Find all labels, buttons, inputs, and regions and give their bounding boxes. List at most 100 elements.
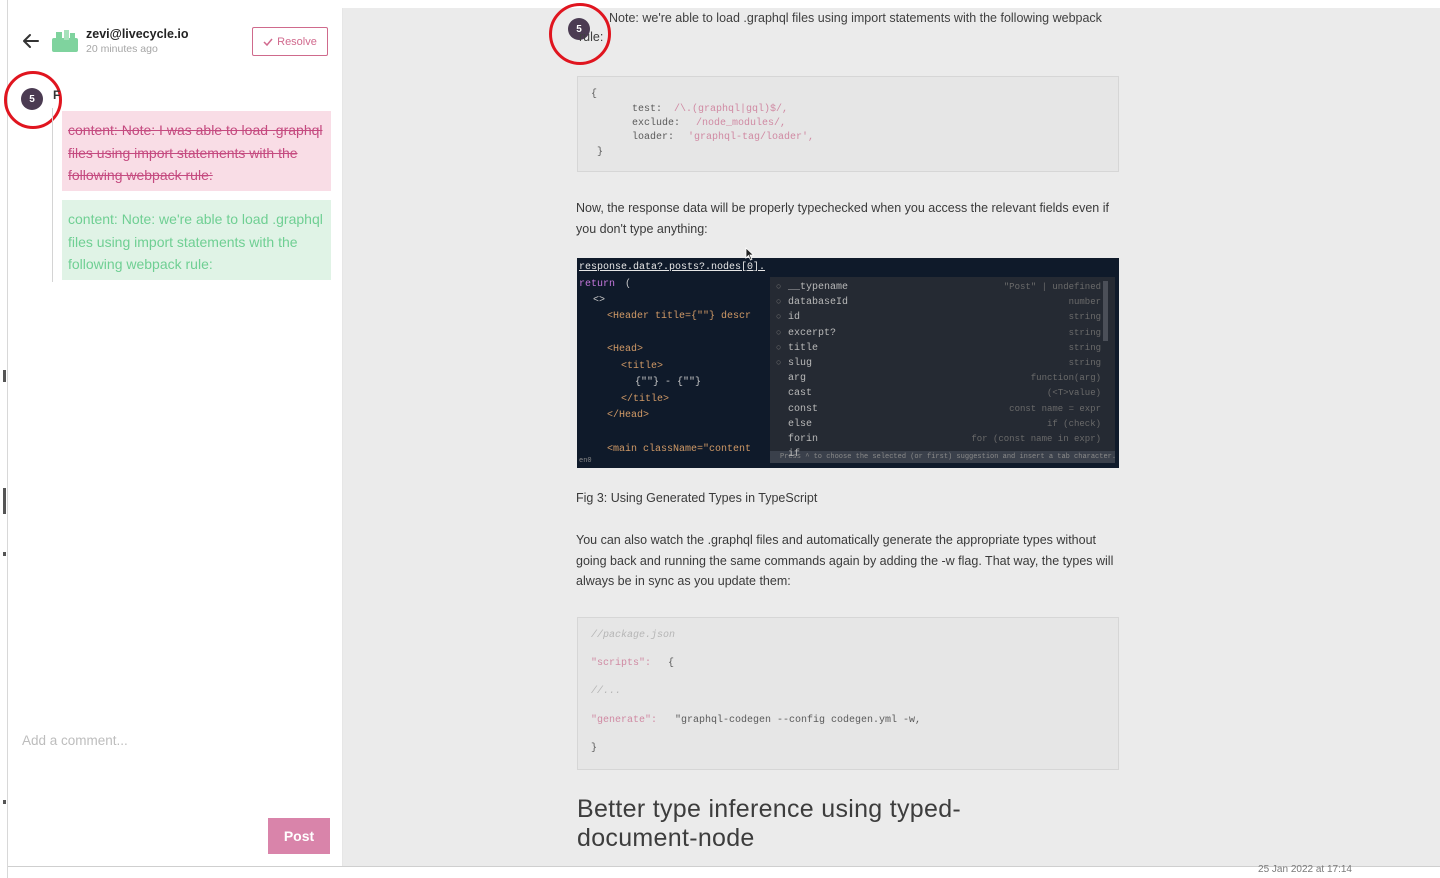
comment-input[interactable] (22, 728, 322, 752)
autocomplete-item[interactable]: ○ slug string (770, 357, 1115, 372)
autocomplete-item-name: forin (788, 434, 819, 445)
property-icon: ○ (776, 327, 782, 338)
autocomplete-item[interactable]: ○ databaseId number (770, 296, 1115, 311)
code-generate-value: "graphql-codegen --config codegen.yml -w… (675, 715, 922, 726)
diff-added-text: content: Note: we're able to load .graph… (62, 200, 331, 280)
resolve-button[interactable]: Resolve (252, 27, 328, 56)
fig-header-line: <Header title={""} descr (607, 311, 752, 322)
figure-caption: Fig 3: Using Generated Types in TypeScri… (576, 491, 818, 505)
code-close: } (597, 147, 604, 158)
autocomplete-item-type: for (const name in expr) (971, 434, 1101, 444)
fig-title-expr: {""} - {""} (635, 377, 702, 388)
code-scripts-key: "scripts": (591, 658, 652, 669)
package-json-code-block: //package.json "scripts": { //... "gener… (577, 617, 1119, 770)
bottom-edge (8, 866, 1440, 878)
code-ellipsis: //... (591, 686, 622, 697)
autocomplete-item-name: if (788, 449, 801, 461)
fig-status-left: en0 (579, 457, 592, 465)
left-frame-edge (0, 0, 8, 878)
footer-timestamp: 25 Jan 2022 at 17:14 (1258, 864, 1352, 875)
code-test-value: /\.(graphql|gql)$/, (674, 104, 789, 115)
article-content: 5 Note: we're able to load .graphql file… (343, 3, 1440, 866)
comment-author-initial: F (53, 88, 61, 102)
code-comment: //package.json (591, 630, 676, 641)
autocomplete-item-type: number (1068, 297, 1101, 308)
autocomplete-item-type: if (check) (1046, 418, 1101, 429)
autocomplete-item-name: title (788, 342, 819, 354)
autocomplete-item-name: slug (788, 358, 813, 369)
autocomplete-item-type: "Post" | undefined (1003, 282, 1101, 292)
fig-main-line: <main className="content (607, 444, 752, 455)
property-icon: ○ (776, 312, 782, 323)
property-icon: ○ (776, 342, 782, 353)
user-avatar (52, 30, 78, 52)
fig-title-open: <title> (621, 361, 664, 372)
autocomplete-item[interactable]: ○ excerpt? string (770, 327, 1115, 342)
resolve-label: Resolve (277, 35, 317, 48)
back-arrow-icon[interactable] (20, 30, 42, 52)
edge-tick (3, 800, 6, 804)
autocomplete-item[interactable]: forin for (const name in expr) (770, 433, 1115, 448)
autocomplete-item-name: cast (788, 388, 813, 400)
edge-tick (3, 370, 6, 382)
editor-screenshot: response.data?.posts?.nodes[0]. return (… (577, 258, 1119, 468)
thread-line (52, 108, 53, 282)
comment-panel: zevi@livecycle.io 20 minutes ago Resolve… (4, 8, 343, 866)
autocomplete-item[interactable]: arg function(arg) (770, 372, 1115, 387)
autocomplete-item-name: else (788, 418, 813, 430)
mouse-cursor-icon (745, 247, 755, 261)
fig-title-close: </title> (621, 394, 670, 405)
autocomplete-item[interactable]: ○ id string (770, 311, 1115, 326)
edge-tick (3, 488, 6, 514)
code-loader-key: loader: (632, 132, 675, 143)
autocomplete-item-name: databaseId (788, 297, 849, 309)
section-heading: Better type inference using typed-docume… (577, 795, 962, 852)
autocomplete-item-type: (<T>value) (1046, 388, 1101, 399)
code-generate-key: "generate": (591, 715, 658, 726)
code-exclude-value: /node_modules/, (696, 118, 787, 129)
property-icon: ○ (776, 282, 782, 292)
code-loader-value: 'graphql-tag/loader', (688, 132, 815, 143)
autocomplete-item-type: string (1068, 358, 1101, 368)
autocomplete-item-type: string (1068, 342, 1101, 353)
autocomplete-item[interactable]: else if (check) (770, 418, 1115, 433)
autocomplete-item-type: string (1068, 312, 1101, 323)
property-icon: ○ (776, 297, 782, 308)
post-button[interactable]: Post (268, 818, 330, 854)
code-test-key: test: (632, 104, 663, 115)
autocomplete-item-name: arg (788, 373, 807, 385)
autocomplete-item-name: __typename (788, 282, 849, 293)
intro-continuation: rule: (579, 30, 604, 44)
fig-head-close: </Head> (607, 410, 650, 421)
webpack-code-block: { test: /\.(graphql|gql)$/, exclude: /no… (577, 76, 1119, 172)
property-icon: ○ (776, 358, 782, 368)
user-email: zevi@livecycle.io (86, 27, 189, 41)
fig-fragment: <> (593, 295, 606, 306)
autocomplete-item[interactable]: ○ __typename "Post" | undefined (770, 281, 1115, 296)
edge-tick (3, 552, 6, 556)
check-icon (263, 38, 273, 46)
paragraph-typechecked: Now, the response data will be properly … (576, 201, 1109, 236)
code-exclude-key: exclude: (632, 118, 681, 129)
autocomplete-item-name: id (788, 312, 801, 324)
autocomplete-item[interactable]: ○ title string (770, 342, 1115, 357)
comment-marker[interactable]: 5 (21, 88, 43, 110)
top-edge (8, 0, 1440, 8)
autocomplete-item-type: const name = expr (1009, 403, 1101, 414)
paragraph-watch-mode: You can also watch the .graphql files an… (576, 533, 1114, 588)
autocomplete-item-type: string (1068, 327, 1101, 338)
fig-code-line: response.data?.posts?.nodes[0]. (579, 262, 766, 273)
intro-line: Note: we're able to load .graphql files … (609, 11, 1102, 25)
autocomplete-item[interactable]: if (770, 448, 1115, 463)
fig-return-paren: ( (625, 279, 632, 290)
diff-removed-text: content: Note: I was able to load .graph… (62, 111, 331, 191)
comment-timestamp: 20 minutes ago (86, 43, 158, 55)
code-close: } (591, 743, 598, 754)
autocomplete-item-type: function(arg) (1030, 373, 1101, 384)
fig-return-keyword: return (579, 279, 616, 290)
app-window: zevi@livecycle.io 20 minutes ago Resolve… (0, 0, 1440, 878)
code-scripts-brace: { (668, 658, 675, 669)
autocomplete-item-name: const (788, 403, 819, 415)
autocomplete-item[interactable]: const const name = expr (770, 403, 1115, 418)
autocomplete-item[interactable]: cast (<T>value) (770, 387, 1115, 402)
